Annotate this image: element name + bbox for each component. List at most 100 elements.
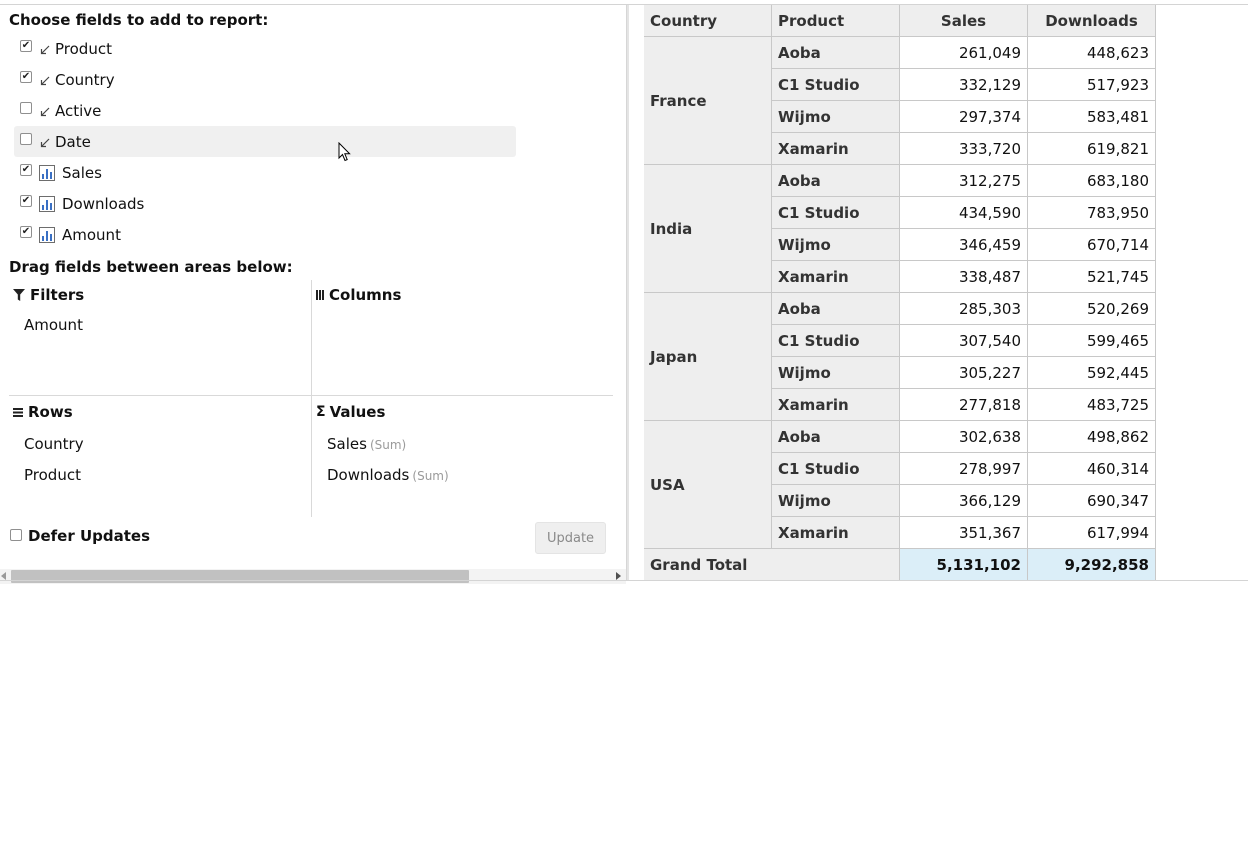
sales-cell[interactable]: 297,374	[900, 101, 1028, 133]
row-header-product[interactable]: C1 Studio	[772, 69, 900, 101]
row-header-country[interactable]: India	[644, 165, 772, 293]
downloads-cell[interactable]: 521,745	[1028, 261, 1156, 293]
downloads-cell[interactable]: 619,821	[1028, 133, 1156, 165]
column-header-product[interactable]: Product	[772, 5, 900, 37]
grand-total-label[interactable]: Grand Total	[644, 549, 900, 581]
defer-updates-label: Defer Updates	[28, 527, 150, 545]
sales-cell[interactable]: 285,303	[900, 293, 1028, 325]
sales-cell[interactable]: 277,818	[900, 389, 1028, 421]
row-header-country[interactable]: France	[644, 37, 772, 165]
row-header-country[interactable]: USA	[644, 421, 772, 549]
field-item-date[interactable]: Date	[14, 126, 516, 157]
scrollbar-thumb[interactable]	[11, 570, 469, 583]
sales-cell[interactable]: 305,227	[900, 357, 1028, 389]
sales-cell[interactable]: 278,997	[900, 453, 1028, 485]
sales-cell[interactable]: 346,459	[900, 229, 1028, 261]
downloads-cell[interactable]: 592,445	[1028, 357, 1156, 389]
downloads-cell[interactable]: 448,623	[1028, 37, 1156, 69]
field-checkbox[interactable]	[20, 70, 32, 83]
downloads-cell[interactable]: 498,862	[1028, 421, 1156, 453]
fields-title: Choose fields to add to report:	[9, 11, 269, 29]
pivot-panel: Choose fields to add to report: Product C…	[0, 5, 626, 584]
downloads-cell[interactable]: 460,314	[1028, 453, 1156, 485]
sales-cell[interactable]: 338,487	[900, 261, 1028, 293]
panel-splitter[interactable]	[626, 5, 629, 580]
field-item-sales[interactable]: Sales	[14, 157, 516, 188]
values-field-name: Sales	[327, 435, 367, 453]
downloads-cell[interactable]: 690,347	[1028, 485, 1156, 517]
downloads-cell[interactable]: 599,465	[1028, 325, 1156, 357]
column-header-country[interactable]: Country	[644, 5, 772, 37]
sales-cell[interactable]: 332,129	[900, 69, 1028, 101]
downloads-cell[interactable]: 783,950	[1028, 197, 1156, 229]
sales-cell[interactable]: 351,367	[900, 517, 1028, 549]
row-header-product[interactable]: Aoba	[772, 421, 900, 453]
sales-cell[interactable]: 307,540	[900, 325, 1028, 357]
rows-area[interactable]: Rows Country Product	[9, 397, 311, 517]
sales-cell[interactable]: 261,049	[900, 37, 1028, 69]
row-header-product[interactable]: Xamarin	[772, 389, 900, 421]
defer-updates-checkbox[interactable]	[10, 529, 22, 541]
field-item-country[interactable]: Country	[14, 64, 516, 95]
field-checkbox[interactable]	[20, 225, 32, 238]
field-item-downloads[interactable]: Downloads	[14, 188, 516, 219]
row-header-product[interactable]: Wijmo	[772, 101, 900, 133]
downloads-cell[interactable]: 517,923	[1028, 69, 1156, 101]
downloads-cell[interactable]: 617,994	[1028, 517, 1156, 549]
row-header-product[interactable]: C1 Studio	[772, 197, 900, 229]
field-checkbox[interactable]	[20, 39, 32, 52]
row-header-product[interactable]: Xamarin	[772, 517, 900, 549]
rows-field-product[interactable]: Product	[24, 466, 81, 484]
downloads-cell[interactable]: 483,725	[1028, 389, 1156, 421]
sales-cell[interactable]: 312,275	[900, 165, 1028, 197]
row-header-product[interactable]: Wijmo	[772, 357, 900, 389]
row-header-country[interactable]: Japan	[644, 293, 772, 421]
columns-area[interactable]: Columns	[312, 280, 614, 396]
update-button[interactable]: Update	[535, 522, 606, 554]
row-header-product[interactable]: Wijmo	[772, 485, 900, 517]
values-field-sales[interactable]: Sales (Sum)	[327, 435, 406, 453]
scroll-left-arrow-icon[interactable]	[1, 572, 6, 580]
row-header-product[interactable]: Wijmo	[772, 229, 900, 261]
downloads-cell[interactable]: 670,714	[1028, 229, 1156, 261]
field-item-amount[interactable]: Amount	[14, 219, 516, 250]
filters-area[interactable]: Filters Amount	[9, 280, 311, 396]
bottom-rule	[0, 580, 1248, 581]
row-header-product[interactable]: Xamarin	[772, 261, 900, 293]
field-label: Product	[55, 39, 112, 58]
downloads-cell[interactable]: 583,481	[1028, 101, 1156, 133]
values-field-downloads[interactable]: Downloads (Sum)	[327, 466, 449, 484]
field-checkbox[interactable]	[20, 132, 32, 145]
downloads-cell[interactable]: 683,180	[1028, 165, 1156, 197]
grand-total-sales[interactable]: 5,131,102	[900, 549, 1028, 581]
sales-cell[interactable]: 366,129	[900, 485, 1028, 517]
row-header-product[interactable]: Aoba	[772, 37, 900, 69]
columns-icon	[316, 290, 324, 300]
field-checkbox[interactable]	[20, 194, 32, 207]
sales-cell[interactable]: 333,720	[900, 133, 1028, 165]
row-header-product[interactable]: C1 Studio	[772, 453, 900, 485]
rows-field-country[interactable]: Country	[24, 435, 84, 453]
sales-cell[interactable]: 302,638	[900, 421, 1028, 453]
row-header-product[interactable]: C1 Studio	[772, 325, 900, 357]
sales-cell[interactable]: 434,590	[900, 197, 1028, 229]
filters-field-amount[interactable]: Amount	[24, 316, 83, 334]
scroll-right-arrow-icon[interactable]	[616, 572, 621, 580]
grand-total-downloads[interactable]: 9,292,858	[1028, 549, 1156, 581]
defer-updates[interactable]: Defer Updates	[10, 527, 150, 545]
downloads-cell[interactable]: 520,269	[1028, 293, 1156, 325]
row-header-product[interactable]: Aoba	[772, 293, 900, 325]
field-label: Active	[55, 101, 102, 120]
dimension-icon	[40, 76, 50, 85]
field-label: Sales	[62, 163, 102, 182]
column-header-downloads[interactable]: Downloads	[1028, 5, 1156, 37]
values-area[interactable]: Σ Values Sales (Sum) Downloads (Sum)	[312, 397, 614, 517]
field-checkbox[interactable]	[20, 163, 32, 176]
horizontal-scrollbar[interactable]	[0, 569, 626, 584]
column-header-sales[interactable]: Sales	[900, 5, 1028, 37]
field-item-product[interactable]: Product	[14, 33, 516, 64]
field-checkbox[interactable]	[20, 101, 32, 114]
field-item-active[interactable]: Active	[14, 95, 516, 126]
row-header-product[interactable]: Aoba	[772, 165, 900, 197]
row-header-product[interactable]: Xamarin	[772, 133, 900, 165]
